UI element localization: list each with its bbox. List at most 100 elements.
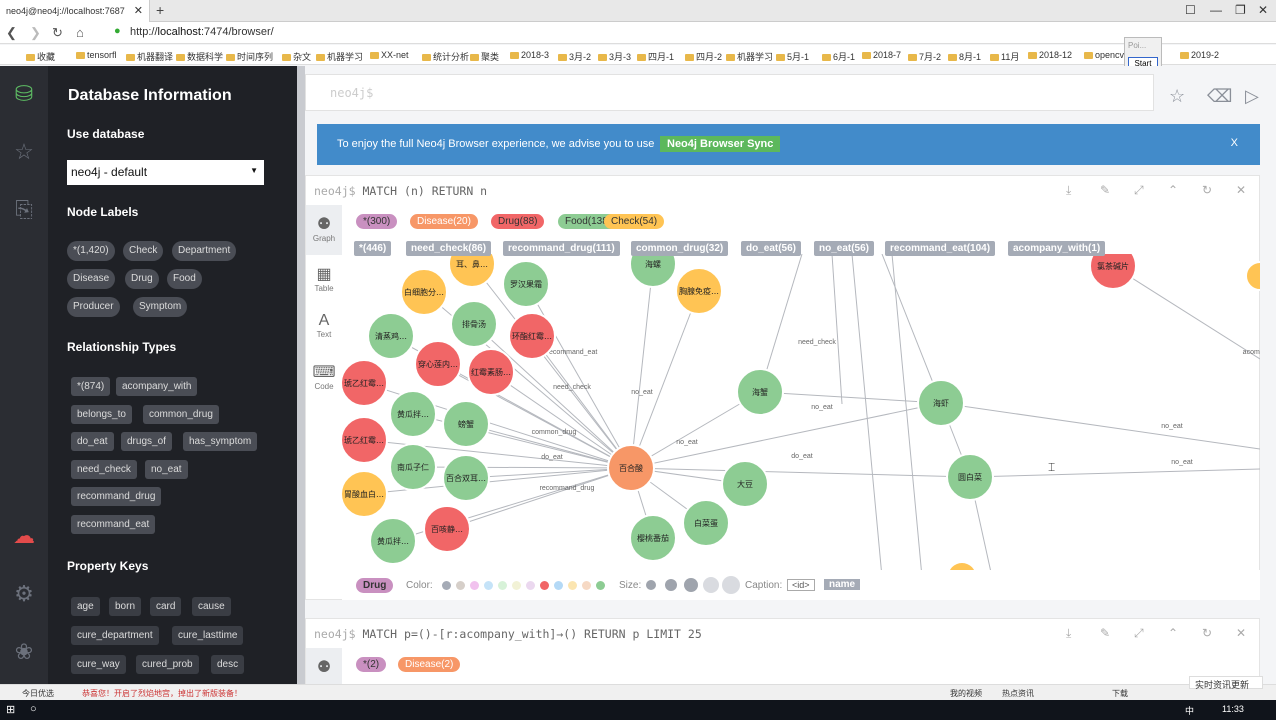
settings-gear-icon[interactable]: ⚙	[10, 580, 38, 608]
property-key-chip[interactable]: cure_way	[71, 655, 126, 674]
color-swatch[interactable]	[582, 581, 591, 590]
frame-query[interactable]: neo4j$ MATCH (n) RETURN n	[314, 184, 487, 198]
property-key-chip[interactable]: card	[150, 597, 182, 616]
color-swatch[interactable]	[526, 581, 535, 590]
ime-indicator[interactable]: 中	[1185, 704, 1194, 717]
bookmark-item[interactable]: 2018-7	[862, 50, 901, 60]
bookmark-item[interactable]: 7月-2	[908, 50, 941, 63]
search-icon[interactable]: ○	[30, 703, 37, 715]
bookmark-star-icon[interactable]: ☐	[1185, 3, 1196, 17]
color-swatch[interactable]	[512, 581, 521, 590]
back-icon[interactable]: ❮	[6, 25, 17, 41]
forward-icon[interactable]: ❯	[30, 25, 41, 41]
bookmark-item[interactable]: 统计分析	[422, 50, 469, 63]
browser-sync-button[interactable]: Neo4j Browser Sync	[660, 136, 781, 152]
color-swatch[interactable]	[596, 581, 605, 590]
frame-rel-chip[interactable]: do_eat(56)	[741, 241, 802, 256]
size-option[interactable]	[722, 576, 740, 594]
frame-label-chip[interactable]: *(300)	[356, 214, 398, 229]
view-tab-text[interactable]: A Text	[306, 312, 342, 339]
sidebar-scrollbar[interactable]	[297, 66, 305, 684]
node-label-chip[interactable]: Producer	[67, 297, 120, 317]
frame-rel-chip[interactable]: no_eat(56)	[814, 241, 875, 256]
property-key-chip[interactable]: cause	[192, 597, 231, 616]
relationship-type-chip[interactable]: no_eat	[145, 460, 188, 479]
color-swatch[interactable]	[568, 581, 577, 590]
relationship-type-chip[interactable]: need_check	[71, 460, 137, 479]
status-item-video[interactable]: 我的视频	[950, 688, 982, 699]
close-window-button[interactable]: ✕	[1258, 3, 1268, 17]
frame-rel-chip[interactable]: common_drug(32)	[631, 241, 729, 256]
relationship-type-chip[interactable]: do_eat	[71, 432, 114, 451]
color-swatch[interactable]	[456, 581, 465, 590]
clear-eraser-icon[interactable]: ⌫	[1207, 86, 1232, 107]
bookmark-item[interactable]: 2019-2	[1180, 50, 1219, 60]
fullscreen-icon[interactable]: ⤢	[1134, 183, 1144, 198]
color-swatch[interactable]	[554, 581, 563, 590]
bookmark-item[interactable]: 机器翻译	[126, 50, 173, 63]
frame-rel-chip[interactable]: *(446)	[354, 241, 392, 256]
property-key-chip[interactable]: cured_prob	[136, 655, 199, 674]
collapse-icon[interactable]: ⌃	[1168, 183, 1178, 197]
node-label-chip[interactable]: Symptom	[133, 297, 188, 317]
bookmark-item[interactable]: 8月-1	[948, 50, 981, 63]
relationship-type-chip[interactable]: has_symptom	[183, 432, 258, 451]
download-icon[interactable]: ⤓	[1066, 626, 1071, 641]
frame-rel-chip[interactable]: recommand_drug(111)	[503, 241, 620, 256]
frame-label-chip[interactable]: Disease(2)	[398, 657, 461, 672]
graph-canvas[interactable]: recommand_eat need_check common_drug no_eat…	[342, 254, 1260, 577]
relationship-type-chip[interactable]: common_drug	[143, 405, 219, 424]
relationship-type-chip[interactable]: recommand_drug	[71, 487, 162, 506]
collapse-icon[interactable]: ⌃	[1168, 626, 1178, 640]
property-key-chip[interactable]: desc	[211, 655, 245, 674]
frame-rel-chip[interactable]: need_check(86)	[406, 241, 492, 256]
node-label-chip[interactable]: Disease	[67, 269, 116, 289]
color-swatch[interactable]	[470, 581, 479, 590]
frame-label-chip[interactable]: *(2)	[356, 657, 387, 672]
bookmark-item[interactable]: 机器学习	[316, 50, 363, 63]
frame-label-chip[interactable]: Disease(20)	[410, 214, 478, 229]
color-swatch[interactable]	[540, 581, 549, 590]
bookmark-item[interactable]: 2018-3	[510, 50, 549, 60]
bookmark-item[interactable]: tensorfl	[76, 50, 117, 60]
database-select[interactable]: neo4j - default ▼	[67, 160, 264, 185]
view-tab-table[interactable]: ▦ Table	[306, 264, 342, 293]
size-option[interactable]	[684, 578, 698, 592]
size-option[interactable]	[665, 579, 677, 591]
size-option[interactable]	[703, 577, 719, 593]
database-icon[interactable]: ⛁	[10, 80, 38, 108]
bookmark-item[interactable]: 收藏	[26, 50, 55, 63]
bookmark-item[interactable]: 5月-1	[776, 50, 809, 63]
node-label-chip[interactable]: Food	[167, 269, 202, 289]
close-tab-icon[interactable]: ✕	[134, 4, 143, 17]
status-news-text[interactable]: 恭喜您！开启了烈焰地宫，掉出了新版装备！	[82, 688, 242, 699]
bookmark-item[interactable]: 6月-1	[822, 50, 855, 63]
disconnected-cloud-icon[interactable]: ☁	[10, 522, 38, 550]
node-label-chip[interactable]: Drug	[125, 269, 159, 289]
documents-search-icon[interactable]: ⎘	[10, 196, 38, 224]
bookmark-item[interactable]: 11月	[990, 50, 1019, 63]
bookmark-item[interactable]: XX-net	[370, 50, 409, 60]
pin-icon[interactable]: ✎	[1100, 626, 1110, 640]
relationship-type-chip[interactable]: *(874)	[71, 377, 111, 396]
news-update-button[interactable]: 实时资讯更新	[1189, 676, 1263, 690]
size-option[interactable]	[646, 580, 656, 590]
node-label-chip[interactable]: Department	[172, 241, 237, 261]
caption-id-option[interactable]: <id>	[787, 579, 815, 591]
bookmark-item[interactable]: 2018-12	[1028, 50, 1072, 60]
bookmark-item[interactable]: 四月-2	[685, 50, 722, 63]
bookmark-item[interactable]: 数据科学	[176, 50, 223, 63]
rerun-icon[interactable]: ↻	[1202, 626, 1212, 640]
property-key-chip[interactable]: age	[71, 597, 100, 616]
close-frame-icon[interactable]: ✕	[1236, 183, 1246, 197]
home-icon[interactable]: ⌂	[76, 25, 84, 40]
favorites-star-icon[interactable]: ☆	[10, 138, 38, 166]
color-swatch[interactable]	[498, 581, 507, 590]
close-frame-icon[interactable]: ✕	[1236, 626, 1246, 640]
bookmark-item[interactable]: 3月-3	[598, 50, 631, 63]
bookmark-item[interactable]: 机器学习	[726, 50, 773, 63]
property-key-chip[interactable]: cure_department	[71, 626, 159, 645]
rerun-icon[interactable]: ↻	[1202, 183, 1212, 197]
frame-label-chip[interactable]: Check(54)	[604, 214, 665, 229]
new-tab-button[interactable]: +	[156, 2, 164, 18]
